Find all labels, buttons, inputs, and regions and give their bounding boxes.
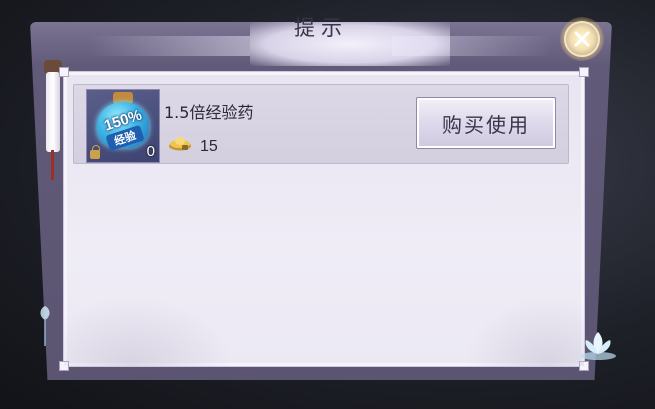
buy-and-use-button[interactable]: 购买使用	[416, 97, 556, 149]
item-price: 15	[200, 138, 218, 155]
lock-icon	[90, 145, 100, 159]
exp-potion-icon[interactable]: 150% 经验 0	[86, 89, 160, 163]
gold-ingot-icon	[169, 137, 191, 151]
shop-item-row: 150% 经验 0 1.5倍经验药 15 购买使用	[73, 84, 569, 164]
owned-quantity: 0	[146, 143, 155, 160]
close-button[interactable]	[560, 17, 604, 61]
panel-corner-ornament	[579, 67, 589, 77]
scroll-ornament	[46, 72, 60, 152]
buy-and-use-label: 购买使用	[442, 112, 530, 137]
lotus-decoration-icon	[580, 332, 616, 360]
close-icon[interactable]	[564, 21, 600, 57]
flower-decoration-icon	[40, 306, 50, 346]
mountain-mist-decoration	[64, 296, 234, 366]
tassel-ornament	[51, 150, 54, 180]
item-name: 1.5倍经验药	[164, 103, 254, 122]
mountain-mist-decoration	[464, 296, 584, 366]
dialog-title: 提示	[294, 16, 348, 40]
panel-corner-ornament	[59, 67, 69, 77]
